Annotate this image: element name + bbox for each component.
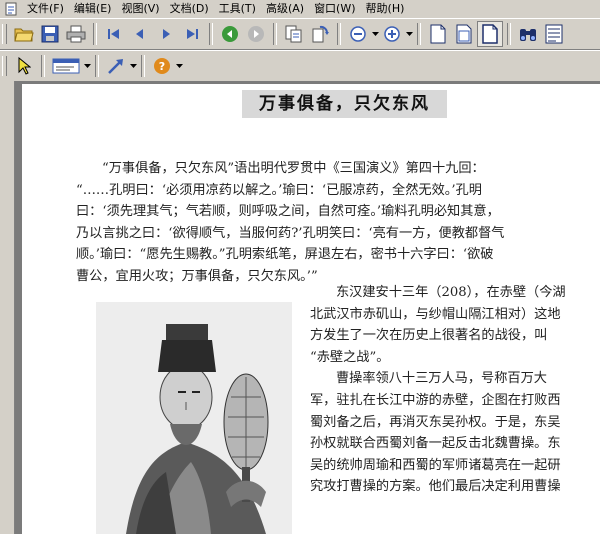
text-line: 吴的统帅周瑜和西蜀的军师诸葛亮在一起研: [310, 457, 561, 473]
fit-width-page-icon[interactable]: [477, 21, 503, 47]
tools-toolbar: ?: [0, 50, 600, 82]
toolbar-separator: [41, 55, 45, 77]
text-line: “万事俱备，只欠东风”语出明代罗贯中《三国演义》第四十九回：: [102, 161, 485, 176]
menu-edit[interactable]: 编辑(E): [69, 0, 117, 18]
zoom-in-dropdown-icon[interactable]: [405, 21, 413, 47]
find-binoculars-icon[interactable]: [515, 21, 541, 47]
navigation-pane-strip[interactable]: [0, 81, 15, 534]
previous-page-icon[interactable]: [127, 21, 153, 47]
go-forward-icon[interactable]: [243, 21, 269, 47]
text-line: 究攻打曹操的方案。他们最后决定利用曹操: [310, 479, 561, 495]
svg-text:?: ?: [159, 60, 165, 73]
toolbar-separator: [93, 23, 97, 45]
toolbar-separator: [273, 23, 277, 45]
help-dropdown-icon[interactable]: [175, 53, 183, 79]
text-select-dropdown-icon[interactable]: [83, 53, 91, 79]
toolbar-separator: [417, 23, 421, 45]
menu-view[interactable]: 视图(V): [116, 0, 164, 18]
text-line: 方发生了一次在历史上很著名的战役，叫: [310, 328, 548, 344]
toolbar-separator: [507, 23, 511, 45]
main-toolbar: [0, 18, 600, 50]
toolbar-grip[interactable]: [2, 56, 7, 76]
copy-pages-icon[interactable]: [281, 21, 307, 47]
menu-advanced[interactable]: 高级(A): [261, 0, 309, 18]
zoom-out-dropdown-icon[interactable]: [371, 21, 379, 47]
article-title: 万事俱备，只欠东风: [242, 90, 447, 118]
open-folder-icon[interactable]: [11, 21, 37, 47]
text-select-box-icon[interactable]: [49, 53, 83, 79]
text-line: “……孔明曰：‘必须用凉药以解之。’瑜曰：‘已服凉药，全然无效。’孔明: [76, 182, 482, 198]
menu-tools[interactable]: 工具(T): [214, 0, 261, 18]
text-line: 蜀刘备之后，再消灭东吴孙权。于是，东吴: [310, 414, 561, 430]
text-line: 顺。’瑜曰：“愿先生赐教。”孔明索纸笔，屏退左右，密书十六字曰：‘欲破: [76, 247, 494, 263]
fit-page-icon[interactable]: [451, 21, 477, 47]
select-arrow-icon[interactable]: [11, 53, 37, 79]
text-line: 曹操率领八十三万人马，号称百万大: [336, 371, 547, 387]
annotate-arrow-icon[interactable]: [103, 53, 129, 79]
text-line: 军，驻扎在长江中游的赤壁，企图在打败西: [310, 392, 561, 408]
toolbar-separator: [337, 23, 341, 45]
text-line: “赤壁之战”。: [310, 349, 390, 365]
zoom-in-icon[interactable]: [379, 21, 405, 47]
first-page-icon[interactable]: [101, 21, 127, 47]
menu-window[interactable]: 窗口(W): [309, 0, 360, 18]
text-line: 乃以言挑之曰：‘欲得顺气，当服何药?’孔明笑曰：‘亮有一方，便教都督气: [76, 225, 505, 241]
save-disk-icon[interactable]: [37, 21, 63, 47]
zhuge-liang-portrait-image: [96, 302, 292, 534]
help-icon[interactable]: ?: [149, 53, 175, 79]
text-line: 曰：‘须先理其气；气若顺，则呼吸之间，自然可痊。’瑜料孔明必知其意，: [76, 204, 500, 220]
text-line: 北武汉市赤矶山，与纱帽山隔江相对）这地: [310, 306, 561, 322]
annotate-dropdown-icon[interactable]: [129, 53, 137, 79]
toc-list-icon[interactable]: [541, 21, 567, 47]
toolbar-separator: [209, 23, 213, 45]
last-page-icon[interactable]: [179, 21, 205, 47]
menu-bar: 文件(F) 编辑(E) 视图(V) 文档(D) 工具(T) 高级(A) 窗口(W…: [0, 0, 600, 18]
text-line: 东汉建安十三年（208），在赤壁（今湖: [336, 285, 566, 300]
document-page[interactable]: 万事俱备，只欠东风 “万事俱备，只欠东风”语出明代罗贯中《三国演义》第四十九回：…: [22, 84, 600, 534]
menu-file[interactable]: 文件(F): [22, 0, 69, 18]
toolbar-separator: [141, 55, 145, 77]
document-app-icon: [4, 2, 18, 16]
rotate-page-icon[interactable]: [307, 21, 333, 47]
zoom-out-icon[interactable]: [345, 21, 371, 47]
printer-icon[interactable]: [63, 21, 89, 47]
toolbar-separator: [95, 55, 99, 77]
toolbar-grip[interactable]: [2, 24, 7, 44]
actual-size-page-icon[interactable]: [425, 21, 451, 47]
story-paragraphs: 东汉建安十三年（208），在赤壁（今湖 北武汉市赤矶山，与纱帽山隔江相对）这地 …: [310, 282, 596, 498]
next-page-icon[interactable]: [153, 21, 179, 47]
menu-document[interactable]: 文档(D): [165, 0, 214, 18]
text-line: 孙权就联合西蜀刘备一起反击北魏曹操。东: [310, 436, 561, 452]
go-back-icon[interactable]: [217, 21, 243, 47]
menu-help[interactable]: 帮助(H): [361, 0, 410, 18]
intro-paragraph: “万事俱备，只欠东风”语出明代罗贯中《三国演义》第四十九回： “……孔明曰：‘必…: [76, 158, 594, 288]
